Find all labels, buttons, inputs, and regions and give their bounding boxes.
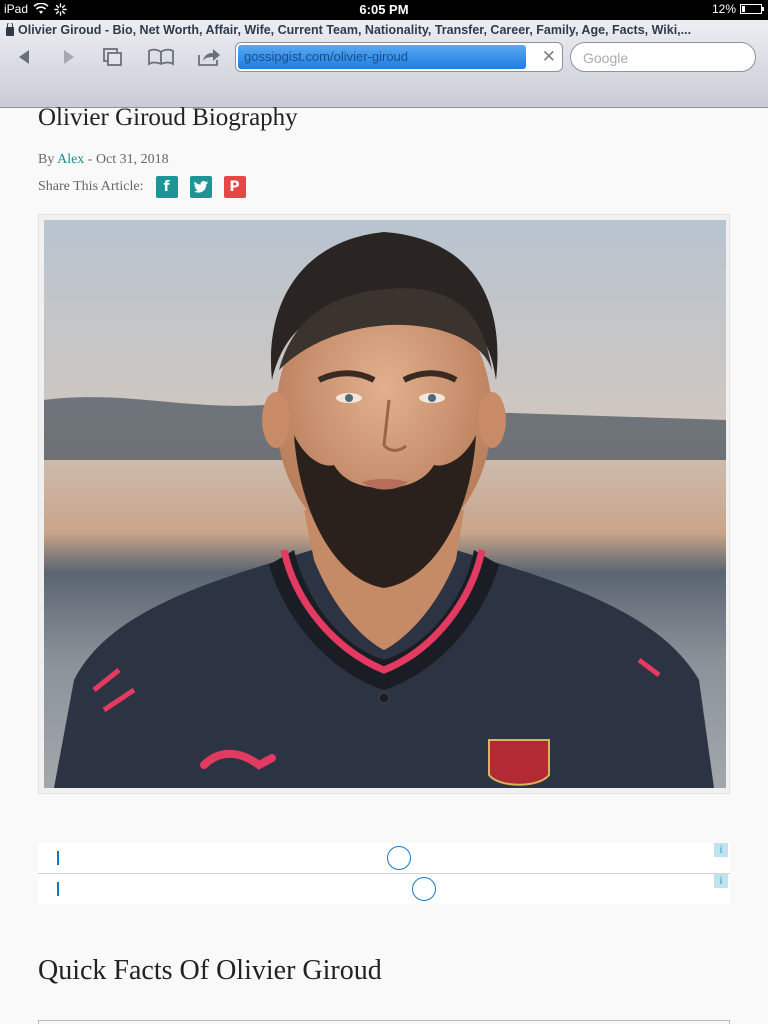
lock-icon [6, 23, 14, 36]
ad-bar [57, 851, 59, 865]
bookmarks-button[interactable] [146, 45, 176, 69]
share-button[interactable] [194, 45, 224, 69]
share-row: Share This Article: f P [38, 176, 246, 198]
search-input[interactable]: Google [570, 42, 756, 72]
ad-bar [57, 882, 59, 896]
twitter-icon [193, 181, 208, 193]
byline-prefix: By [38, 152, 55, 167]
back-icon [19, 50, 29, 64]
share-icon [198, 49, 220, 66]
ad-info-icon[interactable]: i [714, 843, 728, 857]
battery-icon [740, 4, 764, 14]
section-title: Quick Facts Of Olivier Giroud [38, 955, 382, 986]
clock: 6:05 PM [359, 2, 409, 17]
ad-loading-icon [387, 846, 411, 870]
tab-title: Olivier Giroud - Bio, Net Worth, Affair,… [18, 23, 692, 37]
facebook-share-button[interactable]: f [155, 176, 178, 198]
featured-image-frame [38, 214, 730, 794]
ad-banner[interactable]: i [38, 874, 730, 904]
twitter-share-button[interactable] [189, 176, 212, 198]
ad-info-icon[interactable]: i [714, 874, 728, 888]
article-title: Olivier Giroud Biography [38, 104, 298, 131]
pinterest-share-button[interactable]: P [223, 176, 246, 198]
facts-table [38, 1020, 730, 1024]
share-label: Share This Article: [38, 179, 144, 194]
battery-percent: 12% [711, 2, 736, 16]
address-bar[interactable]: gossipgist.com/olivier-giroud ✕ [235, 42, 563, 72]
ad-banner[interactable]: i [38, 843, 730, 873]
url-text[interactable]: gossipgist.com/olivier-giroud [244, 49, 408, 64]
browser-toolbar: Olivier Giroud - Bio, Net Worth, Affair,… [0, 20, 768, 108]
facebook-icon: f [163, 179, 170, 195]
pinterest-icon: P [229, 179, 240, 195]
status-bar: iPad 6:05 PM 12% [0, 0, 768, 20]
forward-button[interactable] [54, 45, 84, 69]
featured-image [44, 220, 726, 788]
ad-loading-icon [412, 877, 436, 901]
tab-title-bar: Olivier Giroud - Bio, Net Worth, Affair,… [6, 23, 762, 37]
portrait-photo [44, 220, 726, 788]
bookmarks-icon [148, 48, 174, 66]
tabs-button[interactable] [98, 45, 128, 69]
publish-date: - Oct 31, 2018 [87, 152, 169, 167]
back-button[interactable] [9, 45, 39, 69]
author-link[interactable]: Alex [57, 152, 84, 167]
forward-icon [64, 50, 74, 64]
search-placeholder: Google [583, 50, 629, 66]
clear-icon[interactable]: ✕ [542, 47, 556, 67]
tabs-icon [103, 48, 122, 66]
byline: By Alex - Oct 31, 2018 [38, 152, 169, 168]
